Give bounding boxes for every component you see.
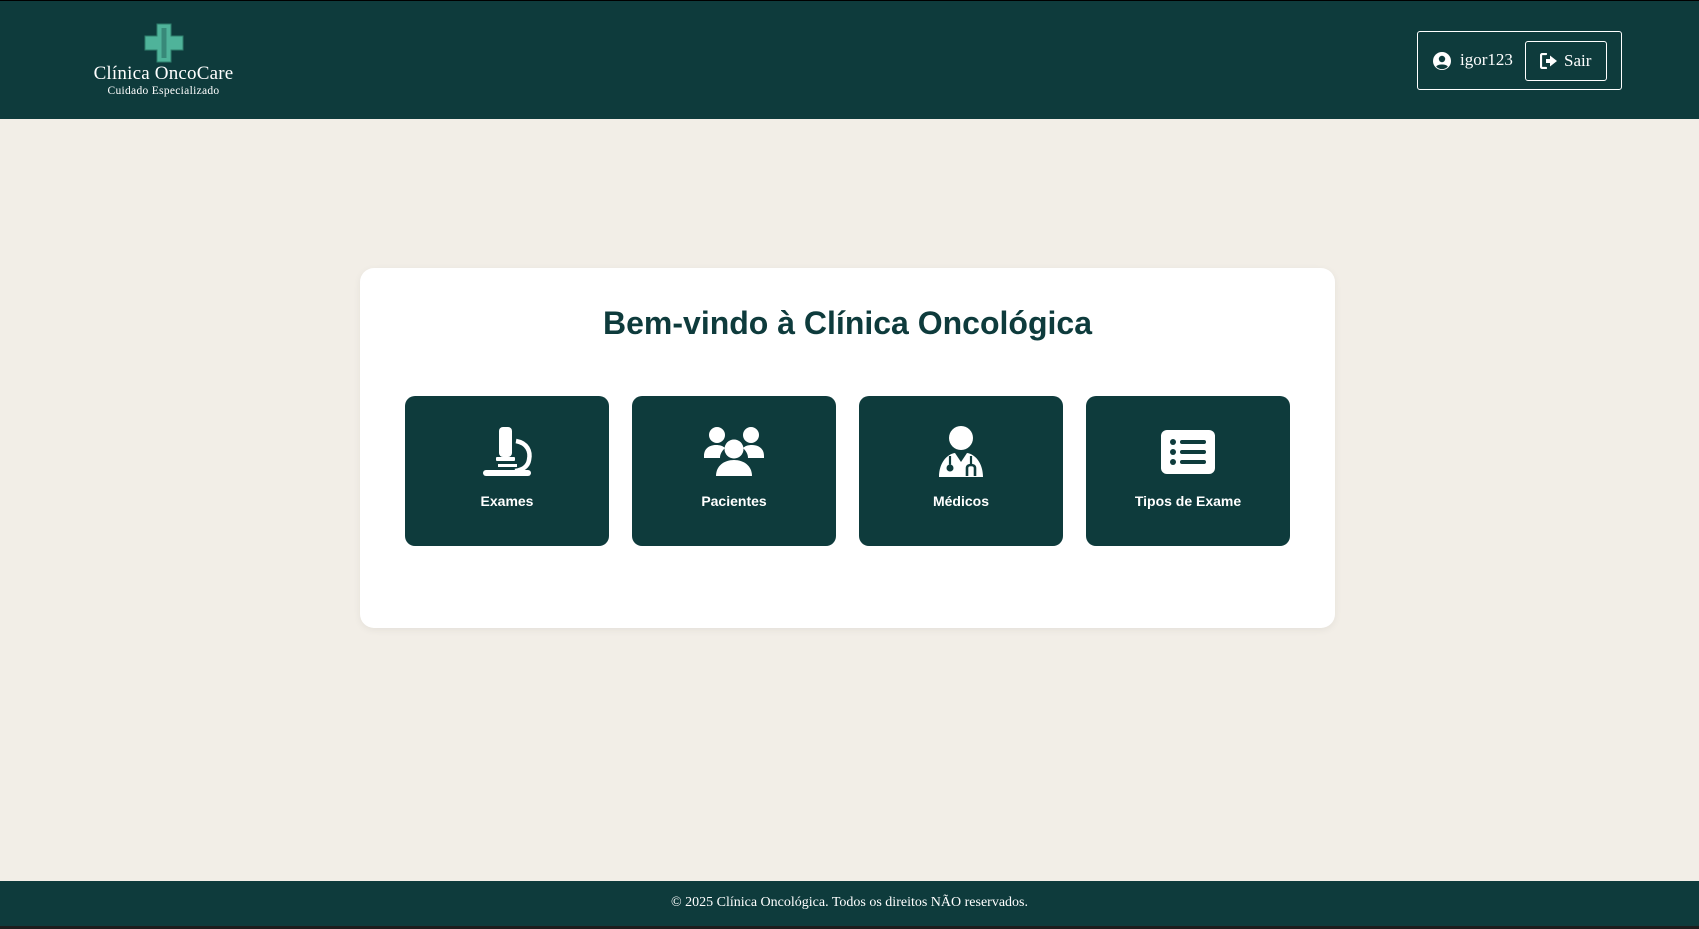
user-panel: igor123 Sair	[1417, 31, 1622, 90]
user-circle-icon	[1433, 52, 1451, 70]
page-title: Bem-vindo à Clínica Oncológica	[603, 305, 1092, 341]
logo-title: Clínica OncoCare	[93, 63, 234, 84]
list-icon	[1161, 430, 1215, 474]
medical-cross-icon	[144, 23, 183, 63]
users-icon	[704, 427, 764, 476]
header: Clínica OncoCare Cuidado Especializado i…	[0, 0, 1699, 119]
microscope-icon	[483, 427, 532, 476]
tile-exames[interactable]: Exames	[405, 396, 609, 546]
username: igor123	[1460, 50, 1513, 69]
tile-pacientes[interactable]: Pacientes	[632, 396, 836, 546]
welcome-card: Bem-vindo à Clínica Oncológica Exames Pa…	[360, 268, 1335, 628]
user-doctor-icon	[939, 426, 983, 477]
logout-label: Sair	[1564, 51, 1592, 70]
tile-tipos-de-exame[interactable]: Tipos de Exame	[1086, 396, 1290, 546]
logo[interactable]: Clínica OncoCare Cuidado Especializado	[82, 23, 245, 98]
tile-medicos[interactable]: Médicos	[859, 396, 1063, 546]
sign-out-icon	[1540, 53, 1557, 69]
tile-label: Médicos	[932, 493, 989, 509]
logo-subtitle: Cuidado Especializado	[107, 85, 220, 97]
tile-label: Pacientes	[701, 493, 767, 509]
tile-label: Tipos de Exame	[1134, 493, 1242, 509]
tile-label: Exames	[480, 493, 534, 509]
footer-copyright: © 2025 Clínica Oncológica. Todos os dire…	[670, 895, 1028, 910]
logout-button[interactable]: Sair	[1525, 41, 1607, 81]
footer: © 2025 Clínica Oncológica. Todos os dire…	[0, 881, 1699, 926]
